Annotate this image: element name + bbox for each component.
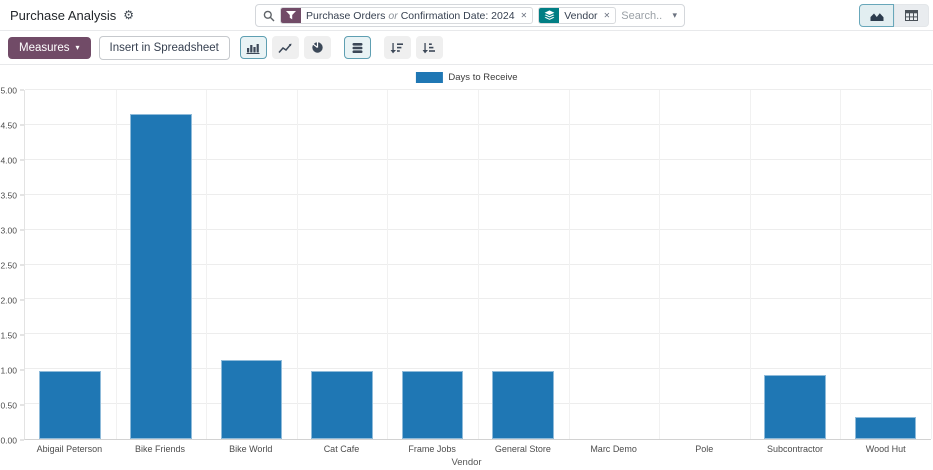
stacked-icon bbox=[351, 42, 364, 54]
area-chart-icon bbox=[869, 10, 885, 22]
y-tick-label: 0.00 bbox=[0, 436, 17, 445]
measures-button[interactable]: Measures ▾ bbox=[8, 37, 91, 59]
y-tick-label: 1.00 bbox=[0, 366, 17, 375]
chart-controls bbox=[240, 36, 443, 59]
page-title: Purchase Analysis bbox=[10, 8, 116, 23]
line-chart-button[interactable] bbox=[272, 36, 299, 59]
pivot-table-icon bbox=[905, 10, 918, 21]
groupby-facet[interactable]: Vendor ✕ bbox=[538, 7, 616, 24]
x-axis-label: Cat Cafe bbox=[296, 444, 387, 456]
top-bar: Purchase Analysis ⚙ Purchase Orders or C… bbox=[0, 0, 933, 31]
x-axis-label: Marc Demo bbox=[568, 444, 659, 456]
bar[interactable] bbox=[130, 114, 192, 439]
view-switcher bbox=[859, 4, 929, 27]
legend[interactable]: Days to Receive bbox=[415, 72, 517, 83]
gridline bbox=[659, 90, 660, 439]
plot-area bbox=[24, 90, 931, 440]
close-icon[interactable]: ✕ bbox=[603, 8, 616, 23]
stacked-button[interactable] bbox=[344, 36, 371, 59]
y-tick-label: 4.00 bbox=[0, 156, 17, 165]
x-axis-label: Bike World bbox=[205, 444, 296, 456]
x-axis-labels: Abigail PetersonBike FriendsBike WorldCa… bbox=[24, 444, 931, 456]
search-dropdown-caret-icon[interactable]: ▾ bbox=[668, 11, 677, 21]
x-axis-label: Bike Friends bbox=[115, 444, 206, 456]
graph-view-button[interactable] bbox=[859, 4, 894, 27]
x-axis-title: Vendor bbox=[451, 457, 481, 468]
x-axis-label: Abigail Peterson bbox=[24, 444, 115, 456]
sort-descending-button[interactable] bbox=[384, 36, 411, 59]
filter-icon bbox=[281, 8, 301, 23]
measures-label: Measures bbox=[19, 42, 70, 54]
y-tick-label: 2.00 bbox=[0, 296, 17, 305]
line-chart-icon bbox=[278, 42, 292, 54]
x-axis-label: Subcontractor bbox=[750, 444, 841, 456]
sort-descending-icon bbox=[390, 42, 404, 54]
groupby-facet-label: Vendor bbox=[559, 8, 602, 23]
bar[interactable] bbox=[492, 371, 554, 439]
bar[interactable] bbox=[221, 360, 283, 439]
gear-icon[interactable]: ⚙ bbox=[123, 9, 134, 21]
breadcrumb: Purchase Analysis ⚙ bbox=[10, 8, 134, 23]
filter-facet-label: Purchase Orders or Confirmation Date: 20… bbox=[301, 8, 520, 23]
y-tick-label: 3.00 bbox=[0, 226, 17, 235]
y-tick-label: 5.00 bbox=[0, 86, 17, 95]
bar[interactable] bbox=[764, 375, 826, 439]
gridline bbox=[206, 90, 207, 439]
gridline bbox=[931, 90, 932, 439]
bar-chart-icon bbox=[246, 42, 260, 54]
insert-in-spreadsheet-button[interactable]: Insert in Spreadsheet bbox=[99, 36, 230, 60]
gridline bbox=[569, 90, 570, 439]
y-axis: 0.000.501.001.502.002.503.003.504.004.50… bbox=[0, 90, 24, 440]
facet-text: Vendor bbox=[564, 10, 597, 22]
caret-down-icon: ▾ bbox=[76, 44, 80, 52]
pivot-view-button[interactable] bbox=[894, 4, 929, 27]
y-tick-label: 2.50 bbox=[0, 261, 17, 270]
gridline bbox=[478, 90, 479, 439]
close-icon[interactable]: ✕ bbox=[520, 8, 533, 23]
pie-chart-button[interactable] bbox=[304, 36, 331, 59]
x-axis-label: Frame Jobs bbox=[387, 444, 478, 456]
facet-conjunction: or bbox=[388, 10, 397, 22]
sort-ascending-icon bbox=[422, 42, 436, 54]
gridline bbox=[297, 90, 298, 439]
gridline bbox=[387, 90, 388, 439]
y-tick-label: 1.50 bbox=[0, 331, 17, 340]
pie-chart-icon bbox=[311, 41, 324, 54]
search-icon bbox=[263, 10, 275, 22]
control-panel: Measures ▾ Insert in Spreadsheet bbox=[0, 31, 933, 65]
filter-facet[interactable]: Purchase Orders or Confirmation Date: 20… bbox=[280, 7, 533, 24]
bar[interactable] bbox=[402, 371, 464, 439]
x-axis-label: General Store bbox=[478, 444, 569, 456]
gridline bbox=[840, 90, 841, 439]
legend-label: Days to Receive bbox=[448, 72, 517, 83]
y-tick-label: 4.50 bbox=[0, 121, 17, 130]
bar[interactable] bbox=[39, 371, 101, 439]
gridline bbox=[750, 90, 751, 439]
y-tick-label: 3.50 bbox=[0, 191, 17, 200]
facet-text: Confirmation Date: 2024 bbox=[401, 10, 515, 22]
graph-view: Days to Receive 0.00 0.50 1.00 1.50 2.00 2.50… bbox=[0, 65, 933, 469]
search-bar[interactable]: Purchase Orders or Confirmation Date: 20… bbox=[255, 4, 685, 27]
x-axis-label: Wood Hut bbox=[840, 444, 931, 456]
layers-icon bbox=[539, 8, 559, 23]
legend-swatch bbox=[415, 72, 442, 83]
sort-ascending-button[interactable] bbox=[416, 36, 443, 59]
search-input[interactable]: Search... bbox=[621, 10, 663, 22]
x-axis-label: Pole bbox=[659, 444, 750, 456]
gridline bbox=[116, 90, 117, 439]
y-tick-label: 0.50 bbox=[0, 401, 17, 410]
bar-chart-button[interactable] bbox=[240, 36, 267, 59]
facet-text: Purchase Orders bbox=[306, 10, 385, 22]
bar[interactable] bbox=[311, 371, 373, 439]
bar[interactable] bbox=[855, 417, 917, 439]
